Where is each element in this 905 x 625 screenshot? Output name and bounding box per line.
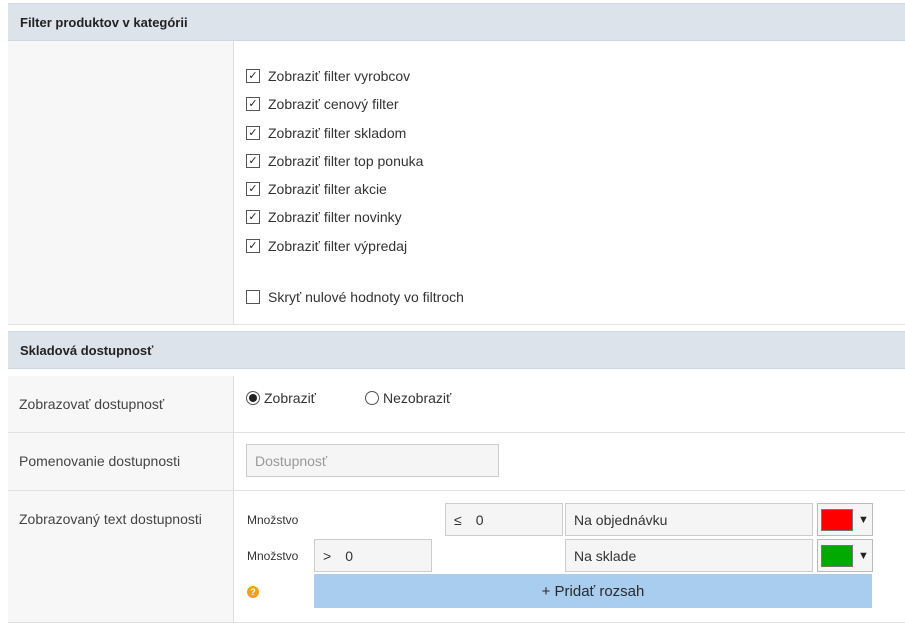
- range-1-value: 0: [475, 511, 484, 528]
- filter-checkbox-new[interactable]: ✓ Zobraziť filter novinky: [246, 209, 402, 225]
- color-swatch: [821, 508, 853, 531]
- checkbox-checked-icon[interactable]: ✓: [246, 210, 260, 224]
- availability-name-value: Dostupnosť: [234, 433, 905, 490]
- availability-ranges: Množstvo ≤ 0 Na objednávku ▼ Množstvo > …: [234, 491, 905, 622]
- checkbox-label: Zobraziť filter novinky: [268, 209, 402, 225]
- availability-text-row: Zobrazovaný text dostupnosti Množstvo ≤ …: [8, 491, 905, 623]
- filter-checkbox-price[interactable]: ✓ Zobraziť cenový filter: [246, 96, 399, 112]
- range-2-color-picker[interactable]: ▼: [817, 539, 873, 572]
- filter-label-col: [8, 41, 234, 324]
- range-1-value-input[interactable]: ≤ 0: [445, 503, 563, 536]
- checkbox-label: Zobraziť filter skladom: [268, 125, 407, 141]
- checkbox-label: Zobraziť filter výpredaj: [268, 238, 408, 254]
- range-2-text-input[interactable]: Na sklade: [565, 539, 813, 572]
- show-availability-label: Zobrazovať dostupnosť: [8, 376, 234, 432]
- radio-unselected-icon[interactable]: [365, 391, 379, 405]
- filter-checkbox-clearance[interactable]: ✓ Zobraziť filter výpredaj: [246, 238, 407, 254]
- filter-checkbox-sales[interactable]: ✓ Zobraziť filter akcie: [246, 181, 387, 197]
- filter-section-header: Filter produktov v kategórii: [8, 3, 905, 41]
- availability-name-row: Pomenovanie dostupnosti Dostupnosť: [8, 433, 905, 491]
- range-2-qty-label: Množstvo: [247, 549, 299, 563]
- show-availability-row: Zobrazovať dostupnosť Zobraziť Nezobrazi…: [8, 376, 905, 433]
- checkbox-checked-icon[interactable]: ✓: [246, 126, 260, 140]
- checkbox-label: Zobraziť filter vyrobcov: [268, 68, 411, 84]
- checkbox-label: Skryť nulové hodnoty vo filtroch: [268, 289, 464, 305]
- filter-checkbox-stock[interactable]: ✓ Zobraziť filter skladom: [246, 125, 406, 141]
- radio-hide[interactable]: Nezobraziť: [365, 390, 451, 406]
- radio-selected-icon[interactable]: [246, 391, 260, 405]
- availability-name-input[interactable]: Dostupnosť: [246, 444, 499, 477]
- checkbox-label: Zobraziť filter top ponuka: [268, 153, 424, 169]
- filter-options: ✓ Zobraziť filter vyrobcov ✓ Zobraziť ce…: [234, 41, 905, 324]
- add-range-button[interactable]: + Pridať rozsah: [314, 574, 872, 608]
- filter-checkbox-manufacturers[interactable]: ✓ Zobraziť filter vyrobcov: [246, 68, 410, 84]
- show-availability-options: Zobraziť Nezobraziť: [234, 376, 905, 432]
- radio-label: Nezobraziť: [383, 390, 452, 406]
- checkbox-unchecked-icon[interactable]: [246, 290, 260, 304]
- availability-name-label: Pomenovanie dostupnosti: [8, 433, 234, 490]
- range-1-operator: ≤: [454, 511, 462, 528]
- checkbox-label: Zobraziť filter akcie: [268, 181, 387, 197]
- checkbox-checked-icon[interactable]: ✓: [246, 154, 260, 168]
- checkbox-checked-icon[interactable]: ✓: [246, 97, 260, 111]
- range-1-text-input[interactable]: Na objednávku: [565, 503, 813, 536]
- range-1-color-picker[interactable]: ▼: [817, 503, 873, 536]
- range-1-qty-label: Množstvo: [247, 513, 299, 527]
- filter-checkbox-top-offer[interactable]: ✓ Zobraziť filter top ponuka: [246, 153, 423, 169]
- range-2-value: 0: [345, 547, 353, 564]
- checkbox-checked-icon[interactable]: ✓: [246, 69, 260, 83]
- availability-text-label: Zobrazovaný text dostupnosti: [8, 491, 234, 622]
- checkbox-label: Zobraziť cenový filter: [268, 96, 399, 112]
- range-2-value-input[interactable]: > 0: [314, 539, 432, 572]
- radio-show[interactable]: Zobraziť: [246, 390, 316, 406]
- filter-block: ✓ Zobraziť filter vyrobcov ✓ Zobraziť ce…: [8, 41, 905, 325]
- stock-section-header: Skladová dostupnosť: [8, 331, 905, 369]
- help-icon[interactable]: ?: [247, 586, 259, 598]
- dropdown-arrow-icon: ▼: [858, 513, 869, 526]
- radio-label: Zobraziť: [264, 390, 316, 406]
- color-swatch: [821, 544, 853, 567]
- hide-zero-checkbox[interactable]: Skryť nulové hodnoty vo filtroch: [246, 289, 464, 305]
- dropdown-arrow-icon: ▼: [858, 549, 869, 562]
- checkbox-checked-icon[interactable]: ✓: [246, 182, 260, 196]
- checkbox-checked-icon[interactable]: ✓: [246, 239, 260, 253]
- range-2-operator: >: [323, 547, 332, 564]
